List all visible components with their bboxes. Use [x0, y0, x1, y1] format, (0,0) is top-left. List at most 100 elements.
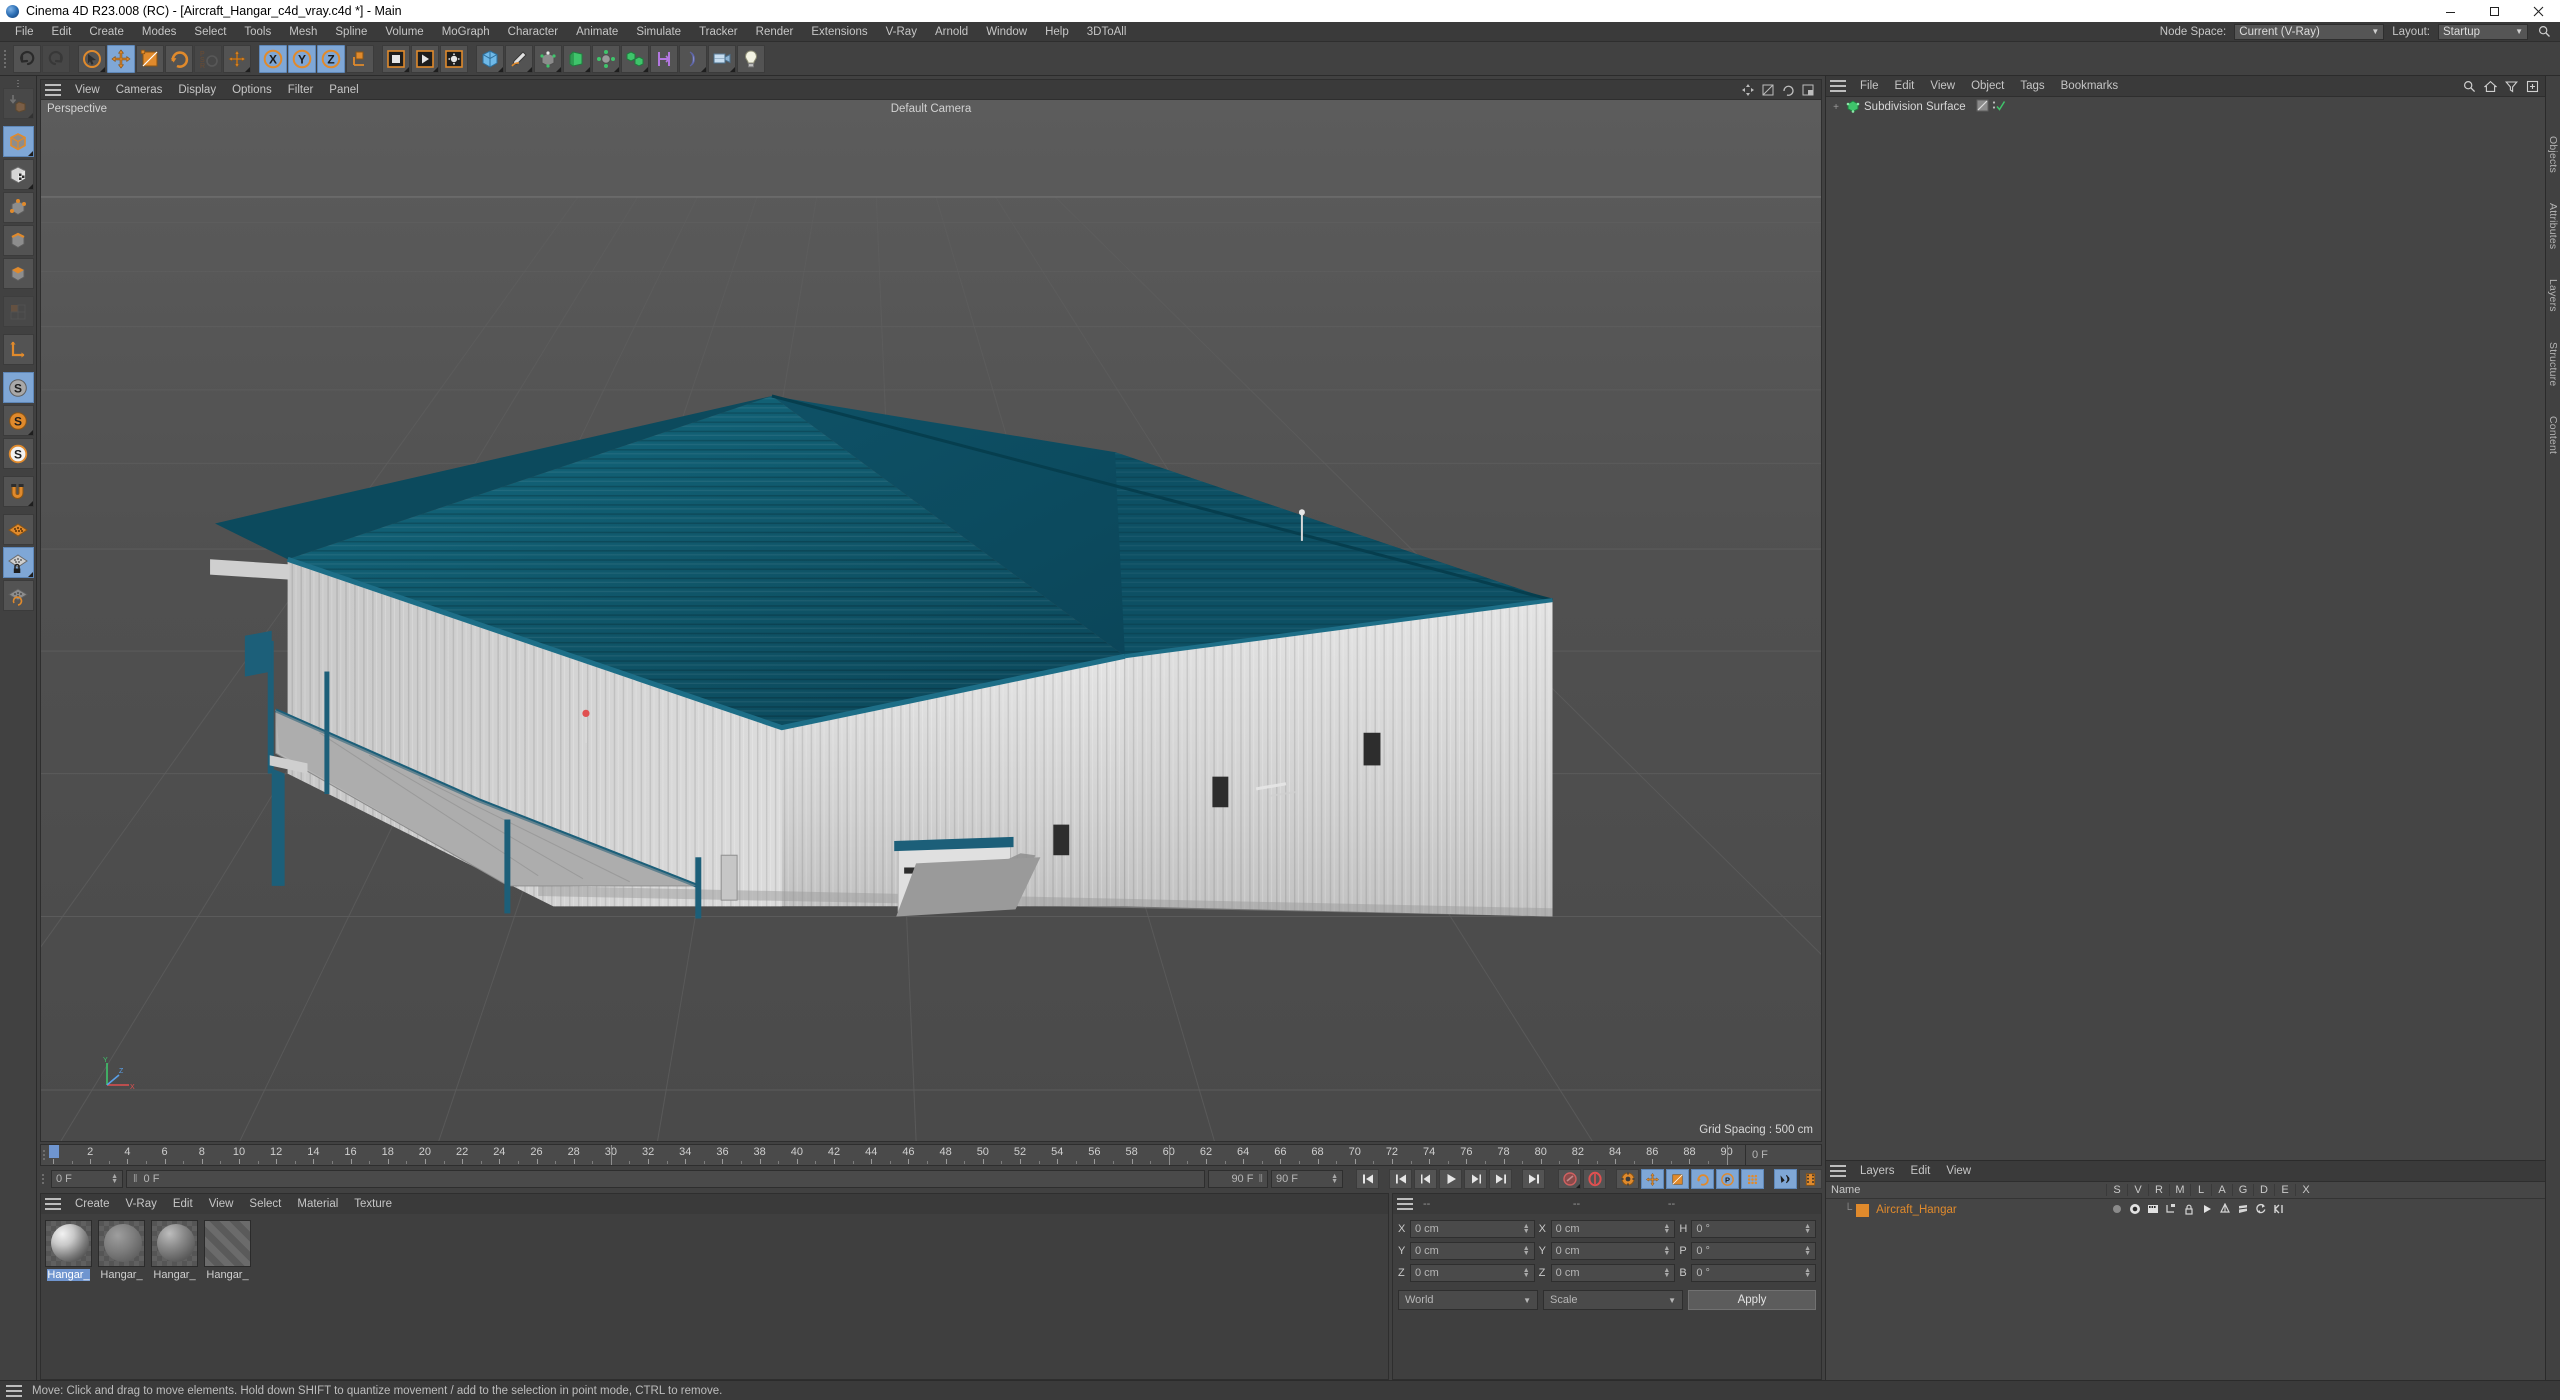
key-scale-button[interactable]	[1666, 1169, 1689, 1189]
layer-col-d[interactable]: D	[2253, 1184, 2274, 1197]
deformers-icon[interactable]	[2237, 1203, 2249, 1218]
layer-menu-view[interactable]: View	[1938, 1163, 1979, 1179]
visibility-check-icon[interactable]	[1992, 99, 2006, 115]
node-space-select[interactable]: Current (V-Ray) ▼	[2234, 23, 2385, 40]
scale-tool-button[interactable]	[136, 44, 164, 73]
viewport-menu-cameras[interactable]: Cameras	[108, 82, 171, 98]
material-preview[interactable]	[98, 1220, 145, 1267]
perspective-viewport[interactable]: Perspective Default Camera Grid Spacing …	[40, 99, 1822, 1142]
lock-y-axis-button[interactable]: Y	[288, 44, 316, 73]
end-frame-field[interactable]: 90 F ‖	[1208, 1170, 1268, 1188]
menu-edit[interactable]: Edit	[43, 23, 81, 41]
lock-z-axis-button[interactable]: Z	[317, 44, 345, 73]
start-frame-field[interactable]: 0 F ▲ ▼	[51, 1170, 123, 1188]
rail-tab-layers[interactable]: Layers	[2547, 279, 2559, 312]
lock-workplane-button[interactable]	[2, 547, 34, 578]
menu-render[interactable]: Render	[747, 23, 803, 41]
spinner-icon[interactable]: ▲ ▼	[1523, 1223, 1530, 1235]
maximize-button[interactable]	[2472, 0, 2516, 22]
hamburger-icon[interactable]	[6, 1384, 22, 1397]
material-menu-edit[interactable]: Edit	[165, 1196, 201, 1212]
layer-menu-edit[interactable]: Edit	[1903, 1163, 1939, 1179]
timeline-grip[interactable]	[41, 1145, 49, 1165]
timeline-playhead[interactable]	[49, 1145, 59, 1158]
viewport-menu-display[interactable]: Display	[170, 82, 224, 98]
layer-col-l[interactable]: L	[2190, 1184, 2211, 1197]
material-item[interactable]: Hangar_	[204, 1220, 251, 1281]
subdivision-surface-button[interactable]	[534, 44, 562, 73]
render-settings-button[interactable]	[440, 44, 468, 73]
leftbar-grip[interactable]	[15, 79, 22, 88]
rotation-b-input[interactable]: 0 ° ▲ ▼	[1691, 1264, 1817, 1282]
key-pla-button[interactable]	[1741, 1169, 1764, 1189]
frames-button[interactable]	[1799, 1169, 1822, 1189]
spinner-icon[interactable]: ▲ ▼	[1663, 1267, 1670, 1279]
spinner-icon[interactable]: ▲ ▼	[1331, 1173, 1338, 1185]
material-preview[interactable]	[204, 1220, 251, 1267]
coordinate-system-button[interactable]	[346, 44, 374, 73]
render-icon[interactable]	[2147, 1203, 2159, 1218]
rail-tab-objects[interactable]: Objects	[2547, 136, 2559, 173]
layer-col-s[interactable]: S	[2106, 1184, 2127, 1197]
viewport-maximize-icon[interactable]	[1801, 83, 1815, 97]
keyframe-selection-button[interactable]	[1616, 1169, 1639, 1189]
lock-icon[interactable]	[2183, 1203, 2195, 1218]
toolbar-grip[interactable]	[2, 46, 9, 72]
layer-col-m[interactable]: M	[2169, 1184, 2190, 1197]
layer-col-e[interactable]: E	[2274, 1184, 2295, 1197]
material-menu-texture[interactable]: Texture	[346, 1196, 400, 1212]
position-x-input[interactable]: 0 cm ▲ ▼	[1410, 1220, 1535, 1238]
view-icon[interactable]	[2129, 1203, 2141, 1218]
autokeying-button[interactable]	[1583, 1169, 1606, 1189]
snap-magnet-button[interactable]	[2, 476, 34, 507]
rotate-tool-button[interactable]	[165, 44, 193, 73]
end-frame-field-2[interactable]: 90 F ▲ ▼	[1271, 1170, 1343, 1188]
layer-list[interactable]: └ Aircraft_Hangar	[1826, 1199, 2545, 1380]
material-menu-material[interactable]: Material	[289, 1196, 346, 1212]
menu-create[interactable]: Create	[80, 23, 133, 41]
viewport-rotate-icon[interactable]	[1781, 83, 1795, 97]
apply-button[interactable]: Apply	[1688, 1290, 1816, 1310]
deformer-button[interactable]	[679, 44, 707, 73]
cube-primitive-button[interactable]	[476, 44, 504, 73]
layer-col-x[interactable]: X	[2295, 1184, 2316, 1197]
timeline-ruler[interactable]: 0246810121416182022242628303234363840424…	[40, 1144, 1822, 1166]
make-editable-button[interactable]	[2, 88, 34, 119]
menu-file[interactable]: File	[6, 23, 43, 41]
layer-col-a[interactable]: A	[2211, 1184, 2232, 1197]
home-icon[interactable]	[2483, 79, 2497, 93]
viewport-move-icon[interactable]	[1741, 83, 1755, 97]
size-y-input[interactable]: 0 cm ▲ ▼	[1550, 1242, 1676, 1260]
spinner-icon[interactable]: ▲ ▼	[1804, 1267, 1811, 1279]
menu-3dtoall[interactable]: 3DToAll	[1078, 23, 1136, 41]
key-position-button[interactable]	[1641, 1169, 1664, 1189]
menu-window[interactable]: Window	[977, 23, 1036, 41]
rail-tab-content[interactable]: Content	[2547, 416, 2559, 454]
menu-tools[interactable]: Tools	[235, 23, 280, 41]
polygons-mode-button[interactable]	[2, 258, 34, 289]
object-menu-view[interactable]: View	[1922, 78, 1963, 94]
material-menu-select[interactable]: Select	[241, 1196, 289, 1212]
menu-mograph[interactable]: MoGraph	[433, 23, 499, 41]
rotation-h-input[interactable]: 0 ° ▲ ▼	[1691, 1220, 1817, 1238]
solo-icon[interactable]	[2111, 1203, 2123, 1218]
texture-tag-icon[interactable]	[1976, 99, 1989, 115]
generators-icon[interactable]	[2219, 1202, 2231, 1218]
viewport-menu-view[interactable]: View	[67, 82, 108, 98]
viewport-menu-panel[interactable]: Panel	[321, 82, 366, 98]
key-rotation-button[interactable]	[1691, 1169, 1714, 1189]
layer-row-aircraft-hangar[interactable]: └ Aircraft_Hangar	[1826, 1199, 2545, 1221]
hamburger-icon[interactable]	[45, 1198, 61, 1210]
spinner-icon[interactable]: ▲ ▼	[1663, 1223, 1670, 1235]
expand-icon[interactable]: +	[1830, 101, 1842, 113]
undo-button[interactable]	[13, 44, 41, 73]
add-layer-icon[interactable]	[2525, 79, 2539, 93]
workplane-button[interactable]	[2, 514, 34, 545]
prev-key-button[interactable]	[1389, 1169, 1412, 1189]
rail-tab-structure[interactable]: Structure	[2547, 342, 2559, 386]
viewport-scale-icon[interactable]	[1761, 83, 1775, 97]
position-z-input[interactable]: 0 cm ▲ ▼	[1410, 1264, 1535, 1282]
menu-select[interactable]: Select	[185, 23, 235, 41]
hamburger-icon[interactable]	[1830, 1165, 1846, 1177]
bend-deformer-button[interactable]	[563, 44, 591, 73]
